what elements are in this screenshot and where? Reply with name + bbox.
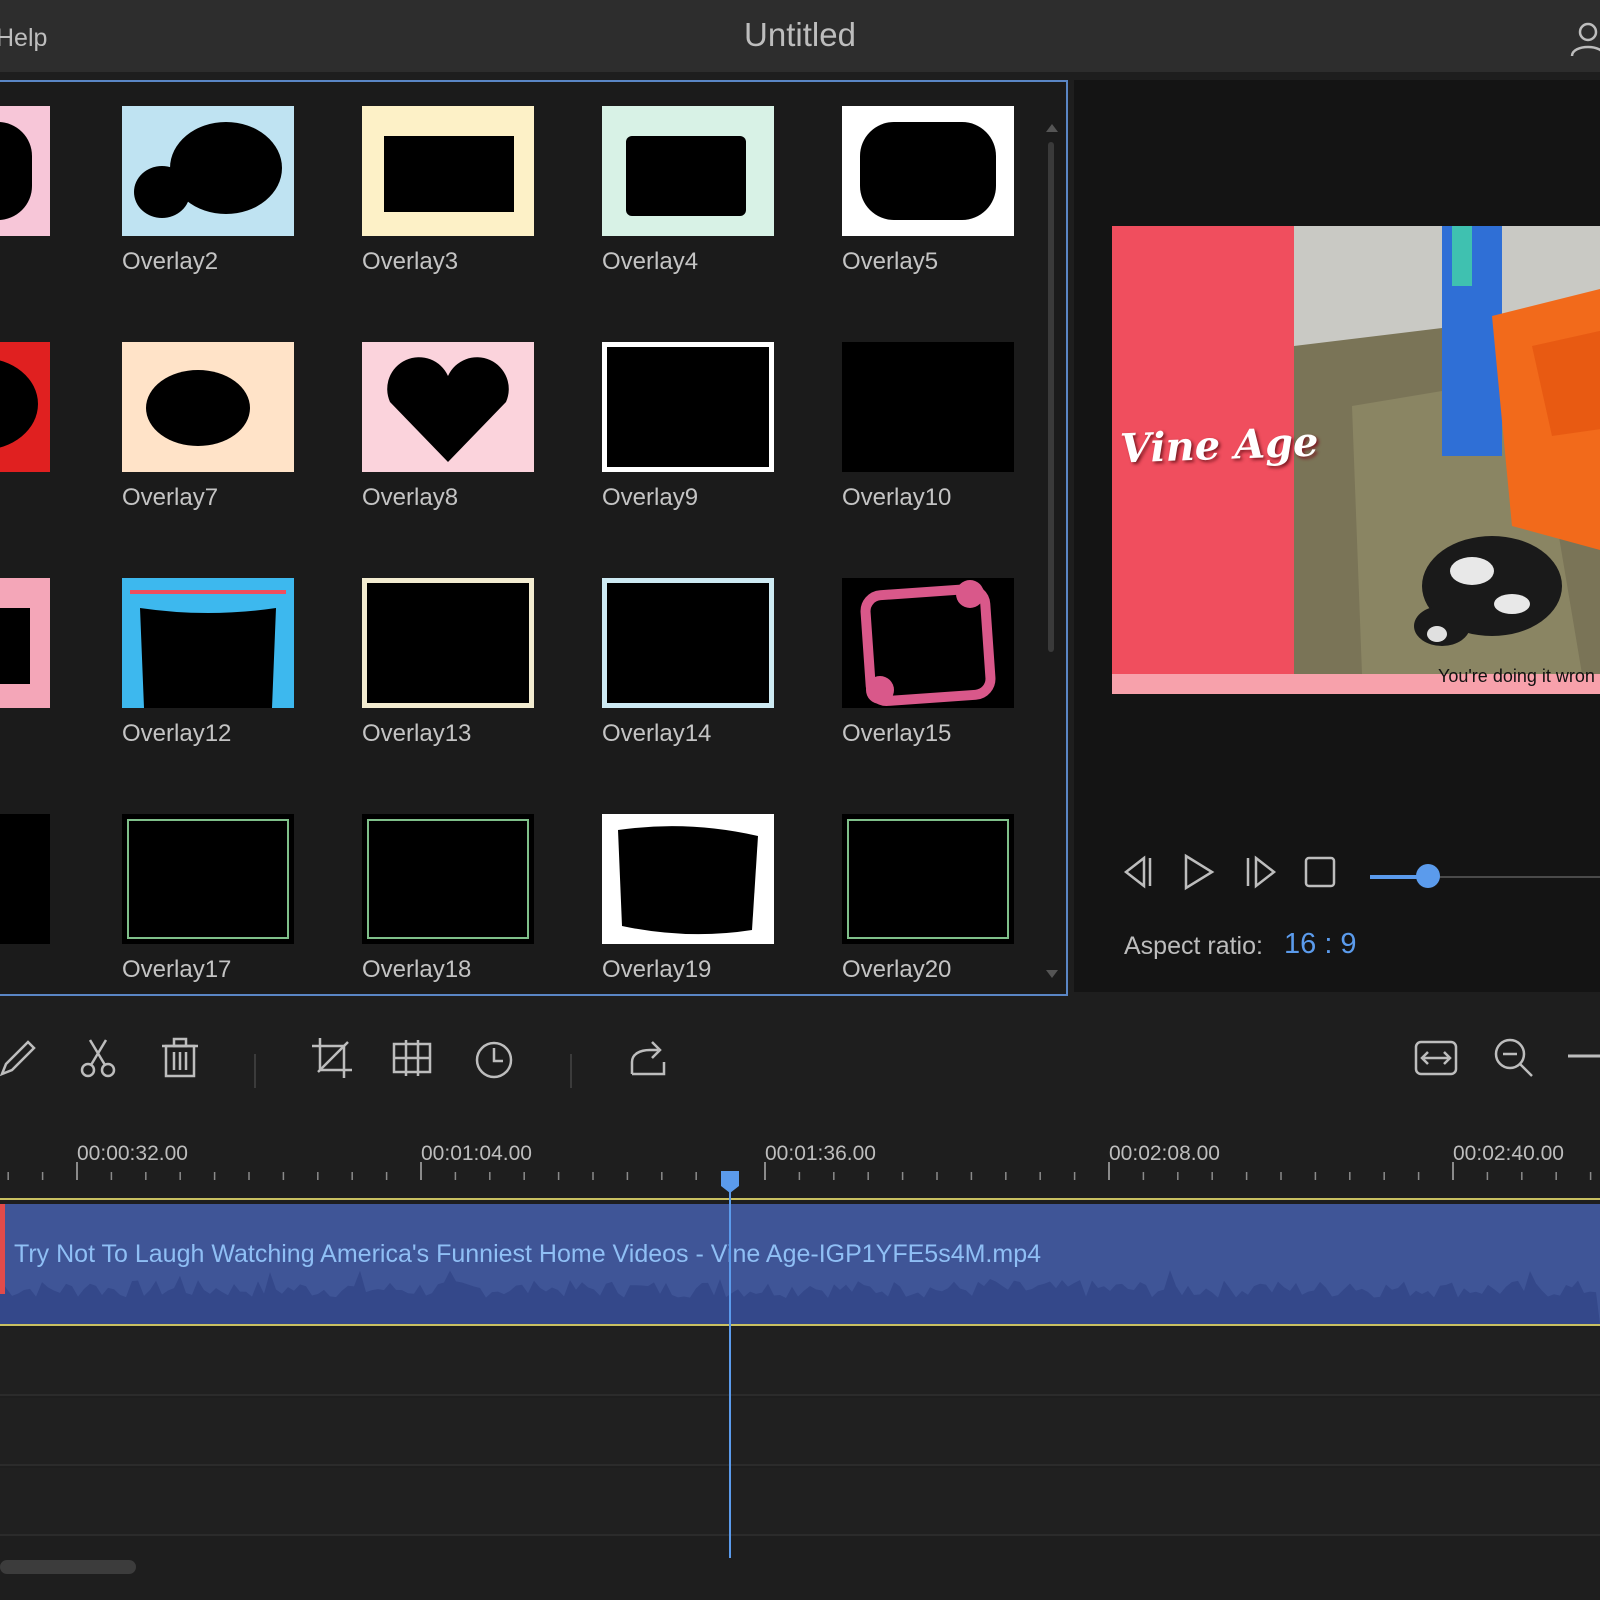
zoom-out-icon [1494, 1038, 1533, 1077]
aspect-ratio-label: Aspect ratio: [1124, 932, 1263, 960]
overlay-thumbnail [362, 814, 534, 944]
overlay-label: Overlay13 [362, 720, 472, 747]
timeline-track-empty[interactable] [0, 1328, 1600, 1396]
overlay-thumbnail [602, 342, 774, 472]
overlay-thumbnail [842, 814, 1014, 944]
overlay-label: Overlay2 [122, 248, 219, 275]
play-button[interactable] [1176, 850, 1220, 894]
scroll-up-arrow[interactable] [1046, 124, 1058, 132]
overlay-label: Overlay14 [602, 720, 712, 747]
overlay-label: Overlay12 [122, 720, 232, 747]
overlay-thumbnail [602, 814, 774, 944]
crop-icon [312, 1038, 352, 1078]
ruler-tick-label: 00:02:08.00 [1109, 1142, 1220, 1165]
overlay-label: Overlay19 [602, 956, 712, 983]
redo-icon [630, 1041, 666, 1076]
volume-slider-knob[interactable] [1416, 864, 1440, 888]
overlay-thumbnail [602, 106, 774, 236]
scissors-icon [80, 1039, 116, 1078]
previous-frame-icon [1123, 855, 1152, 889]
overlay-thumbnail [362, 342, 534, 472]
zoom-slider[interactable] [1566, 1034, 1600, 1082]
mosaic-button[interactable] [388, 1034, 436, 1082]
overlay-label: Overlay20 [842, 956, 952, 983]
aspect-ratio-value[interactable]: 16 : 9 [1284, 928, 1357, 961]
pencil-icon [0, 1040, 36, 1077]
play-icon [1184, 853, 1215, 891]
overlay-thumbnail [0, 106, 50, 236]
previous-frame-button[interactable] [1116, 850, 1160, 894]
window-title: Untitled [744, 16, 856, 53]
minus-icon [1568, 1054, 1600, 1058]
user-icon[interactable] [1568, 18, 1600, 58]
overlay-thumbnail [842, 578, 1014, 708]
share-button[interactable] [624, 1034, 672, 1082]
video-clip[interactable]: Try Not To Laugh Watching America's Funn… [0, 1204, 1600, 1326]
ruler-tick-label: 00:01:04.00 [421, 1142, 532, 1165]
ruler-tick-label: 00:02:40.00 [1453, 1142, 1564, 1165]
overlay-thumbnail [842, 342, 1014, 472]
zoom-out-button[interactable] [1490, 1034, 1538, 1082]
clock-icon [475, 1041, 513, 1079]
delete-button[interactable] [156, 1034, 204, 1082]
overlay-thumbnail [122, 578, 294, 708]
fit-timeline-button[interactable] [1412, 1034, 1460, 1082]
overlay-label: Overlay17 [122, 956, 232, 983]
overlay-thumbnail [122, 342, 294, 472]
trash-icon [162, 1037, 198, 1078]
video-brand-text: Vine Age [1119, 418, 1320, 473]
overlay-thumbnail [0, 578, 50, 708]
overlay-thumbnail [602, 578, 774, 708]
toolbar-separator [254, 1054, 256, 1088]
mosaic-icon [392, 1040, 432, 1076]
overlay-label: Overlay18 [362, 956, 472, 983]
overlay-thumbnail [0, 814, 50, 944]
scroll-down-arrow[interactable] [1046, 970, 1058, 978]
overlay-thumbnail [362, 578, 534, 708]
ruler-tick-label: 00:01:36.00 [765, 1142, 876, 1165]
horizontal-scrollbar[interactable] [0, 1560, 136, 1574]
split-button[interactable] [74, 1034, 122, 1082]
vertical-scrollbar[interactable] [1048, 142, 1054, 652]
next-frame-icon [1246, 855, 1277, 889]
edit-toolbar [0, 1002, 1600, 1102]
edit-button[interactable] [0, 1034, 42, 1082]
overlay-thumbnail [0, 342, 50, 472]
overlay-thumbnail [842, 106, 1014, 236]
playback-controls [1074, 850, 1600, 910]
crop-button[interactable] [308, 1034, 356, 1082]
video-preview[interactable]: Vine Age You're doing it wron [1112, 226, 1600, 694]
overlay-library-panel: Overlay2 Overlay3 Overlay4 Overlay5 Overlay7… [0, 80, 1068, 996]
playhead[interactable] [729, 1186, 731, 1558]
overlay-label: Overlay9 [602, 484, 699, 511]
fit-width-icon [1414, 1040, 1458, 1076]
clip-start-marker[interactable] [0, 1204, 5, 1294]
ruler-tick-label: 00:00:32.00 [77, 1142, 188, 1165]
title-bar: Help Untitled [0, 0, 1600, 72]
overlay-label: Overlay8 [362, 484, 459, 511]
timeline-track-empty[interactable] [0, 1398, 1600, 1466]
video-subtitle: You're doing it wron [1438, 666, 1595, 686]
toolbar-separator [570, 1054, 572, 1088]
preview-panel: Vine Age You're doing it wron Aspect rat… [1074, 80, 1600, 992]
overlay-label: Overlay4 [602, 248, 699, 275]
volume-slider-track[interactable] [1430, 876, 1600, 878]
overlay-thumbnail [122, 814, 294, 944]
timeline-ruler[interactable]: 00:00:32.00 00:01:04.00 00:01:36.00 00:02:0… [0, 1106, 1600, 1202]
overlay-label: Overlay7 [122, 484, 219, 511]
track-border [0, 1198, 1600, 1200]
timeline-track-empty[interactable] [0, 1468, 1600, 1536]
overlay-thumbnail [362, 106, 534, 236]
stop-button[interactable] [1298, 850, 1342, 894]
clip-title: Try Not To Laugh Watching America's Funn… [14, 1240, 1042, 1268]
overlay-label: Overlay3 [362, 248, 459, 275]
duration-button[interactable] [470, 1034, 518, 1082]
overlay-thumbnail [122, 106, 294, 236]
overlay-label: Overlay5 [842, 248, 939, 275]
stop-icon [1304, 856, 1336, 888]
overlay-label: Overlay10 [842, 484, 952, 511]
overlay-label: Overlay15 [842, 720, 952, 747]
next-frame-button[interactable] [1240, 850, 1284, 894]
